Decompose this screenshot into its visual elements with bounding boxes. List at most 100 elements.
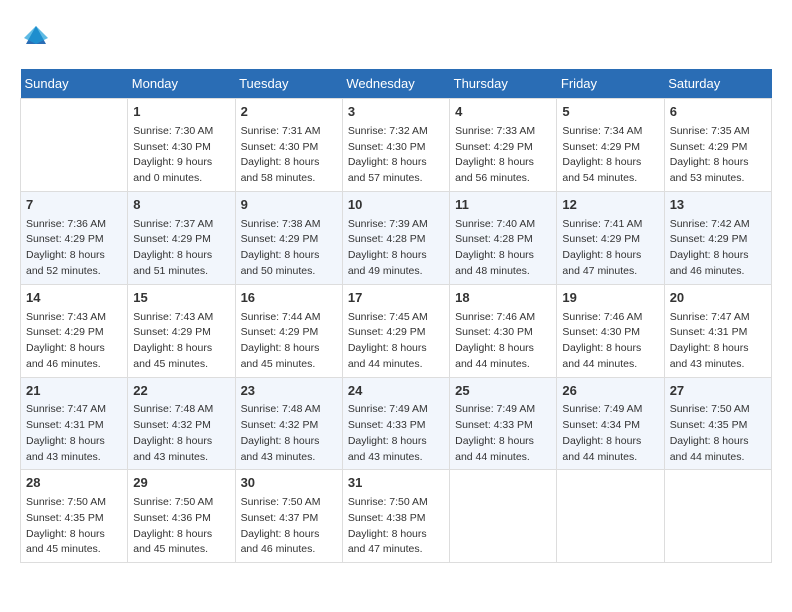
day-number: 8 (133, 196, 229, 215)
day-number: 5 (562, 103, 658, 122)
day-number: 10 (348, 196, 444, 215)
calendar-day-cell: 27Sunrise: 7:50 AMSunset: 4:35 PMDayligh… (664, 377, 771, 470)
day-number: 12 (562, 196, 658, 215)
day-info: Sunrise: 7:49 AMSunset: 4:33 PMDaylight:… (348, 402, 444, 465)
calendar-header: SundayMondayTuesdayWednesdayThursdayFrid… (21, 69, 772, 99)
calendar-day-cell: 20 Sunrise: 7:47 AMSunset: 4:31 PMDayligh… (664, 284, 771, 377)
day-info: Sunrise: 7:50 AMSunset: 4:37 PMDaylight:… (241, 495, 337, 558)
calendar-day-cell: 23Sunrise: 7:48 AMSunset: 4:32 PMDayligh… (235, 377, 342, 470)
day-info: Sunrise: 7:49 AMSunset: 4:34 PMDaylight:… (562, 402, 658, 465)
weekday-header: Friday (557, 69, 664, 99)
calendar-day-cell: 26Sunrise: 7:49 AMSunset: 4:34 PMDayligh… (557, 377, 664, 470)
day-info: Sunrise: 7:31 AMSunset: 4:30 PMDaylight:… (241, 124, 337, 187)
calendar-day-cell: 10Sunrise: 7:39 AMSunset: 4:28 PMDayligh… (342, 191, 449, 284)
calendar-day-cell: 14 Sunrise: 7:43 AMSunset: 4:29 PMDayligh… (21, 284, 128, 377)
day-number: 18 (455, 289, 551, 308)
calendar-day-cell: 1Sunrise: 7:30 AMSunset: 4:30 PMDaylight… (128, 99, 235, 192)
day-info: Sunrise: 7:35 AMSunset: 4:29 PMDaylight:… (670, 124, 766, 187)
weekday-header: Monday (128, 69, 235, 99)
day-number: 29 (133, 474, 229, 493)
day-info: Sunrise: 7:32 AMSunset: 4:30 PMDaylight:… (348, 124, 444, 187)
day-number: 2 (241, 103, 337, 122)
day-number: 21 (26, 382, 122, 401)
calendar-day-cell: 8 Sunrise: 7:37 AMSunset: 4:29 PMDaylight… (128, 191, 235, 284)
calendar-day-cell: 28 Sunrise: 7:50 AMSunset: 4:35 PMDayligh… (21, 470, 128, 563)
day-number: 17 (348, 289, 444, 308)
day-info: Sunrise: 7:47 AMSunset: 4:31 PMDaylight:… (26, 402, 122, 465)
calendar-week-row: 1Sunrise: 7:30 AMSunset: 4:30 PMDaylight… (21, 99, 772, 192)
calendar-day-cell: 25Sunrise: 7:49 AMSunset: 4:33 PMDayligh… (450, 377, 557, 470)
day-info: Sunrise: 7:46 AMSunset: 4:30 PMDaylight:… (455, 310, 551, 373)
day-info: Sunrise: 7:40 AMSunset: 4:28 PMDaylight:… (455, 217, 551, 280)
day-info: Sunrise: 7:50 AMSunset: 4:35 PMDaylight:… (26, 495, 122, 558)
day-number: 7 (26, 196, 122, 215)
calendar-table: SundayMondayTuesdayWednesdayThursdayFrid… (20, 69, 772, 563)
calendar-day-cell: 9 Sunrise: 7:38 AMSunset: 4:29 PMDaylight… (235, 191, 342, 284)
logo (20, 20, 48, 53)
day-info: Sunrise: 7:37 AMSunset: 4:29 PMDaylight:… (133, 217, 229, 280)
day-number: 27 (670, 382, 766, 401)
day-info: Sunrise: 7:41 AMSunset: 4:29 PMDaylight:… (562, 217, 658, 280)
calendar-day-cell: 29Sunrise: 7:50 AMSunset: 4:36 PMDayligh… (128, 470, 235, 563)
calendar-day-cell: 11 Sunrise: 7:40 AMSunset: 4:28 PMDayligh… (450, 191, 557, 284)
calendar-day-cell: 13Sunrise: 7:42 AMSunset: 4:29 PMDayligh… (664, 191, 771, 284)
day-number: 11 (455, 196, 551, 215)
day-info: Sunrise: 7:46 AMSunset: 4:30 PMDaylight:… (562, 310, 658, 373)
day-number: 15 (133, 289, 229, 308)
day-info: Sunrise: 7:43 AMSunset: 4:29 PMDaylight:… (133, 310, 229, 373)
day-number: 16 (241, 289, 337, 308)
calendar-day-cell: 6 Sunrise: 7:35 AMSunset: 4:29 PMDaylight… (664, 99, 771, 192)
calendar-day-cell: 18 Sunrise: 7:46 AMSunset: 4:30 PMDayligh… (450, 284, 557, 377)
calendar-day-cell: 19Sunrise: 7:46 AMSunset: 4:30 PMDayligh… (557, 284, 664, 377)
calendar-day-cell: 5Sunrise: 7:34 AMSunset: 4:29 PMDaylight… (557, 99, 664, 192)
day-info: Sunrise: 7:48 AMSunset: 4:32 PMDaylight:… (241, 402, 337, 465)
calendar-week-row: 7 Sunrise: 7:36 AMSunset: 4:29 PMDaylight… (21, 191, 772, 284)
calendar-day-cell: 30Sunrise: 7:50 AMSunset: 4:37 PMDayligh… (235, 470, 342, 563)
day-info: Sunrise: 7:50 AMSunset: 4:38 PMDaylight:… (348, 495, 444, 558)
day-info: Sunrise: 7:45 AMSunset: 4:29 PMDaylight:… (348, 310, 444, 373)
weekday-header: Thursday (450, 69, 557, 99)
day-number: 31 (348, 474, 444, 493)
day-number: 25 (455, 382, 551, 401)
day-info: Sunrise: 7:43 AMSunset: 4:29 PMDaylight:… (26, 310, 122, 373)
calendar-week-row: 14 Sunrise: 7:43 AMSunset: 4:29 PMDayligh… (21, 284, 772, 377)
calendar-day-cell: 15 Sunrise: 7:43 AMSunset: 4:29 PMDayligh… (128, 284, 235, 377)
day-number: 14 (26, 289, 122, 308)
day-number: 6 (670, 103, 766, 122)
day-number: 28 (26, 474, 122, 493)
day-info: Sunrise: 7:50 AMSunset: 4:35 PMDaylight:… (670, 402, 766, 465)
weekday-header: Saturday (664, 69, 771, 99)
day-number: 1 (133, 103, 229, 122)
day-info: Sunrise: 7:48 AMSunset: 4:32 PMDaylight:… (133, 402, 229, 465)
day-number: 13 (670, 196, 766, 215)
logo-icon (22, 20, 50, 48)
calendar-week-row: 28 Sunrise: 7:50 AMSunset: 4:35 PMDayligh… (21, 470, 772, 563)
calendar-week-row: 21Sunrise: 7:47 AMSunset: 4:31 PMDayligh… (21, 377, 772, 470)
day-number: 23 (241, 382, 337, 401)
day-number: 26 (562, 382, 658, 401)
weekday-header: Sunday (21, 69, 128, 99)
day-info: Sunrise: 7:47 AMSunset: 4:31 PMDaylight:… (670, 310, 766, 373)
day-number: 24 (348, 382, 444, 401)
day-info: Sunrise: 7:36 AMSunset: 4:29 PMDaylight:… (26, 217, 122, 280)
page-header (20, 20, 772, 53)
calendar-day-cell: 3 Sunrise: 7:32 AMSunset: 4:30 PMDaylight… (342, 99, 449, 192)
calendar-day-cell: 24Sunrise: 7:49 AMSunset: 4:33 PMDayligh… (342, 377, 449, 470)
day-number: 3 (348, 103, 444, 122)
calendar-day-cell (664, 470, 771, 563)
calendar-day-cell: 2 Sunrise: 7:31 AMSunset: 4:30 PMDaylight… (235, 99, 342, 192)
day-number: 9 (241, 196, 337, 215)
day-number: 20 (670, 289, 766, 308)
day-number: 4 (455, 103, 551, 122)
day-info: Sunrise: 7:33 AMSunset: 4:29 PMDaylight:… (455, 124, 551, 187)
weekday-header: Tuesday (235, 69, 342, 99)
calendar-day-cell: 12 Sunrise: 7:41 AMSunset: 4:29 PMDayligh… (557, 191, 664, 284)
calendar-day-cell: 21Sunrise: 7:47 AMSunset: 4:31 PMDayligh… (21, 377, 128, 470)
day-info: Sunrise: 7:44 AMSunset: 4:29 PMDaylight:… (241, 310, 337, 373)
calendar-day-cell: 7 Sunrise: 7:36 AMSunset: 4:29 PMDaylight… (21, 191, 128, 284)
calendar-day-cell: 31 Sunrise: 7:50 AMSunset: 4:38 PMDayligh… (342, 470, 449, 563)
calendar-day-cell: 22Sunrise: 7:48 AMSunset: 4:32 PMDayligh… (128, 377, 235, 470)
calendar-day-cell: 17 Sunrise: 7:45 AMSunset: 4:29 PMDayligh… (342, 284, 449, 377)
day-info: Sunrise: 7:38 AMSunset: 4:29 PMDaylight:… (241, 217, 337, 280)
weekday-header: Wednesday (342, 69, 449, 99)
